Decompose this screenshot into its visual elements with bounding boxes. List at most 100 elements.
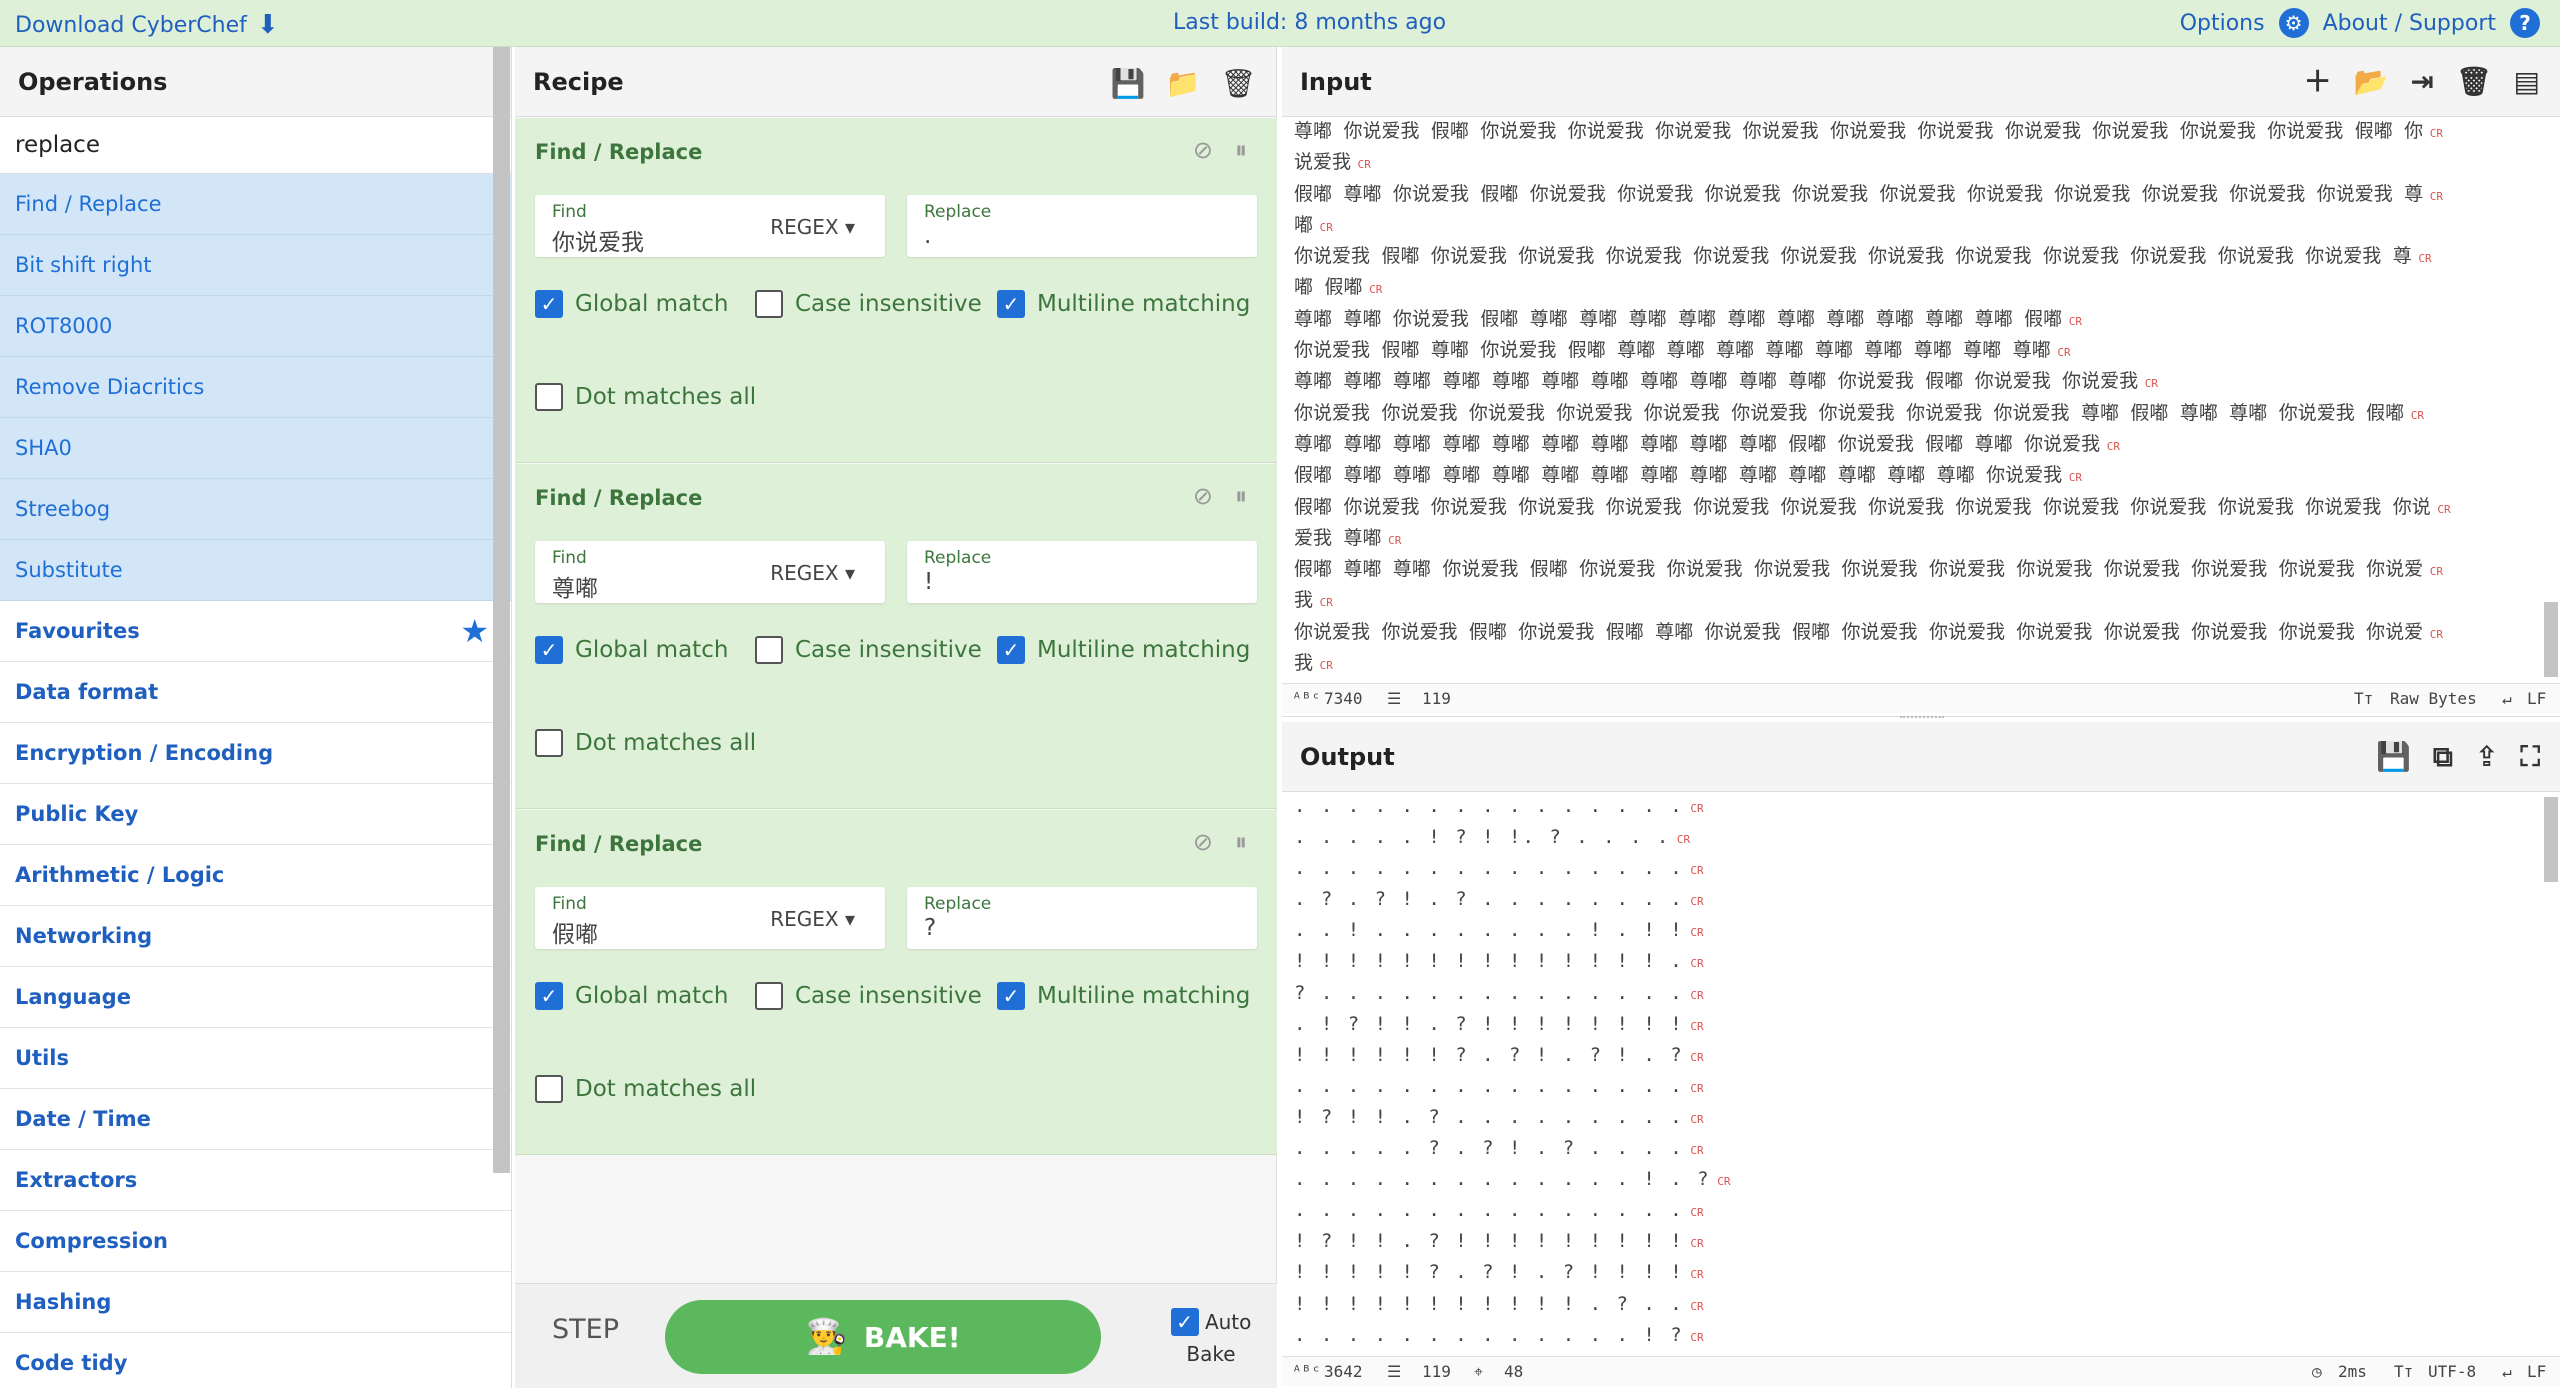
input-scrollbar[interactable] — [2544, 602, 2558, 677]
output-textarea[interactable]: . . . . . . . . . . . . . . . CR . . . . … — [1294, 792, 2534, 1347]
op-streebog[interactable]: Streebog — [0, 479, 511, 540]
about-link[interactable]: About / Support — [2323, 11, 2496, 36]
op-substitute[interactable]: Substitute — [0, 540, 511, 601]
replace-field[interactable]: Replace ? — [907, 887, 1257, 949]
regex-dropdown[interactable]: REGEX ▾ — [770, 907, 855, 931]
carriage-return-marker: CR — [2062, 471, 2083, 485]
check-icon: ✓ — [535, 636, 563, 664]
global-match-checkbox[interactable]: ✓ Global match — [535, 636, 728, 664]
save-icon[interactable]: 💾 — [1111, 67, 1146, 100]
text-encoding-icon[interactable]: Tт — [2394, 1362, 2413, 1381]
find-field[interactable]: Find 假嘟 REGEX ▾ — [535, 887, 885, 949]
input-line: 假嘟 尊嘟 尊嘟 尊嘟 尊嘟 尊嘟 尊嘟 尊嘟 尊嘟 尊嘟 尊嘟 尊嘟 尊嘟 尊… — [1294, 464, 2083, 487]
raw-bytes-label[interactable]: Raw Bytes — [2390, 689, 2477, 708]
layout-icon[interactable]: ▤ — [2514, 47, 2540, 117]
bake-button[interactable]: 👨‍🍳 BAKE! — [665, 1300, 1101, 1374]
op-find-replace[interactable]: Find / Replace — [0, 174, 511, 235]
auto-bake-checkbox[interactable]: ✓ Auto Bake — [1145, 1308, 1277, 1366]
eol-icon[interactable]: ↵ — [2502, 1362, 2512, 1381]
input-line: 假嘟 你说爱我 你说爱我 你说爱我 你说爱我 你说爱我 你说爱我 你说爱我 你说… — [1294, 495, 2451, 518]
category-public-key[interactable]: Public Key — [0, 784, 511, 845]
check-icon: ✓ — [535, 982, 563, 1010]
pause-icon[interactable]: ⏸ — [1235, 828, 1247, 856]
category-code-tidy[interactable]: Code tidy — [0, 1333, 511, 1388]
op-title: Find / Replace — [535, 832, 703, 856]
clear-icon[interactable]: 🗑 — [2456, 47, 2492, 117]
pause-icon[interactable]: ⏸ — [1235, 482, 1247, 510]
disable-icon[interactable]: ⊘ — [1193, 482, 1213, 510]
category-utils[interactable]: Utils — [0, 1028, 511, 1089]
input-eol[interactable]: LF — [2527, 689, 2546, 708]
find-label: Find — [552, 894, 587, 914]
op-remove-diacritics[interactable]: Remove Diacritics — [0, 357, 511, 418]
category-compression[interactable]: Compression — [0, 1211, 511, 1272]
multiline-checkbox[interactable]: ✓ Multiline matching — [997, 290, 1250, 318]
case-insensitive-checkbox[interactable]: Case insensitive — [755, 290, 982, 318]
checkbox-label: Multiline matching — [1037, 291, 1251, 317]
output-eol[interactable]: LF — [2527, 1362, 2546, 1381]
text-encoding-icon[interactable]: Tт — [2354, 689, 2373, 708]
carriage-return-marker: CR — [1351, 158, 1371, 172]
trash-icon[interactable]: 🗑 — [1220, 67, 1256, 100]
replace-field[interactable]: Replace . — [907, 195, 1257, 257]
find-value: 假嘟 — [552, 922, 598, 948]
replace-input-icon[interactable]: ⇪ — [2475, 722, 2498, 792]
input-textarea[interactable]: 尊嘟 你说爱我 假嘟 你说爱我 你说爱我 你说爱我 你说爱我 你说爱我 你说爱我… — [1294, 117, 2534, 707]
gear-icon[interactable]: ⚙ — [2278, 8, 2309, 38]
global-match-checkbox[interactable]: ✓ Global match — [535, 290, 728, 318]
maximise-icon[interactable]: ⛶ — [2520, 722, 2540, 792]
dot-matches-all-checkbox[interactable]: Dot matches all — [535, 1075, 756, 1103]
download-link[interactable]: Download CyberChef ⬇ — [15, 10, 279, 40]
help-icon[interactable]: ? — [2510, 8, 2540, 38]
category-networking[interactable]: Networking — [0, 906, 511, 967]
output-title-label: Output — [1300, 743, 1395, 771]
regex-dropdown[interactable]: REGEX ▾ — [770, 561, 855, 585]
add-tab-icon[interactable]: ＋ — [2304, 47, 2332, 117]
multiline-checkbox[interactable]: ✓ Multiline matching — [997, 636, 1250, 664]
check-icon: ✓ — [997, 982, 1025, 1010]
dot-matches-all-checkbox[interactable]: Dot matches all — [535, 729, 756, 757]
category-label: Favourites — [15, 619, 140, 643]
category-extractors[interactable]: Extractors — [0, 1150, 511, 1211]
options-link[interactable]: Options — [2180, 11, 2265, 36]
operations-scrollbar[interactable] — [493, 47, 510, 1173]
category-encryption[interactable]: Encryption / Encoding — [0, 723, 511, 784]
find-field[interactable]: Find 你说爱我 REGEX ▾ — [535, 195, 885, 257]
regex-dropdown[interactable]: REGEX ▾ — [770, 215, 855, 239]
case-insensitive-checkbox[interactable]: Case insensitive — [755, 982, 982, 1010]
output-scrollbar[interactable] — [2544, 797, 2558, 882]
dot-matches-all-checkbox[interactable]: Dot matches all — [535, 383, 756, 411]
folder-icon[interactable]: 📁 — [1166, 67, 1201, 100]
output-line: . . . . . . . . . . . . . . . CR — [1294, 1074, 1704, 1097]
open-file-icon[interactable]: ⇥ — [2411, 47, 2434, 117]
pause-icon[interactable]: ⏸ — [1235, 136, 1247, 164]
output-encoding[interactable]: UTF-8 — [2428, 1362, 2476, 1381]
open-folder-icon[interactable]: 📂 — [2354, 47, 2389, 117]
copy-icon[interactable]: ⧉ — [2433, 722, 2453, 792]
carriage-return-marker: CR — [1683, 1268, 1704, 1282]
op-rot8000[interactable]: ROT8000 — [0, 296, 511, 357]
pane-resize-handle[interactable] — [1900, 716, 1944, 720]
save-output-icon[interactable]: 💾 — [2376, 722, 2411, 792]
disable-icon[interactable]: ⊘ — [1193, 828, 1213, 856]
op-bit-shift-right[interactable]: Bit shift right — [0, 235, 511, 296]
global-match-checkbox[interactable]: ✓ Global match — [535, 982, 728, 1010]
case-insensitive-checkbox[interactable]: Case insensitive — [755, 636, 982, 664]
category-language[interactable]: Language — [0, 967, 511, 1028]
find-field[interactable]: Find 尊嘟 REGEX ▾ — [535, 541, 885, 603]
chef-icon: 👨‍🍳 — [805, 1317, 848, 1357]
disable-icon[interactable]: ⊘ — [1193, 136, 1213, 164]
category-favourites[interactable]: Favourites ★ — [0, 601, 511, 662]
replace-field[interactable]: Replace ! — [907, 541, 1257, 603]
replace-label: Replace — [924, 894, 992, 914]
multiline-checkbox[interactable]: ✓ Multiline matching — [997, 982, 1250, 1010]
eol-icon[interactable]: ↵ — [2502, 689, 2512, 708]
operations-search-input[interactable]: replace — [0, 117, 511, 174]
step-button[interactable]: STEP — [552, 1314, 619, 1345]
category-arithmetic[interactable]: Arithmetic / Logic — [0, 845, 511, 906]
category-hashing[interactable]: Hashing — [0, 1272, 511, 1333]
op-sha0[interactable]: SHA0 — [0, 418, 511, 479]
category-date-time[interactable]: Date / Time — [0, 1089, 511, 1150]
star-icon: ★ — [460, 612, 489, 650]
category-data-format[interactable]: Data format — [0, 662, 511, 723]
